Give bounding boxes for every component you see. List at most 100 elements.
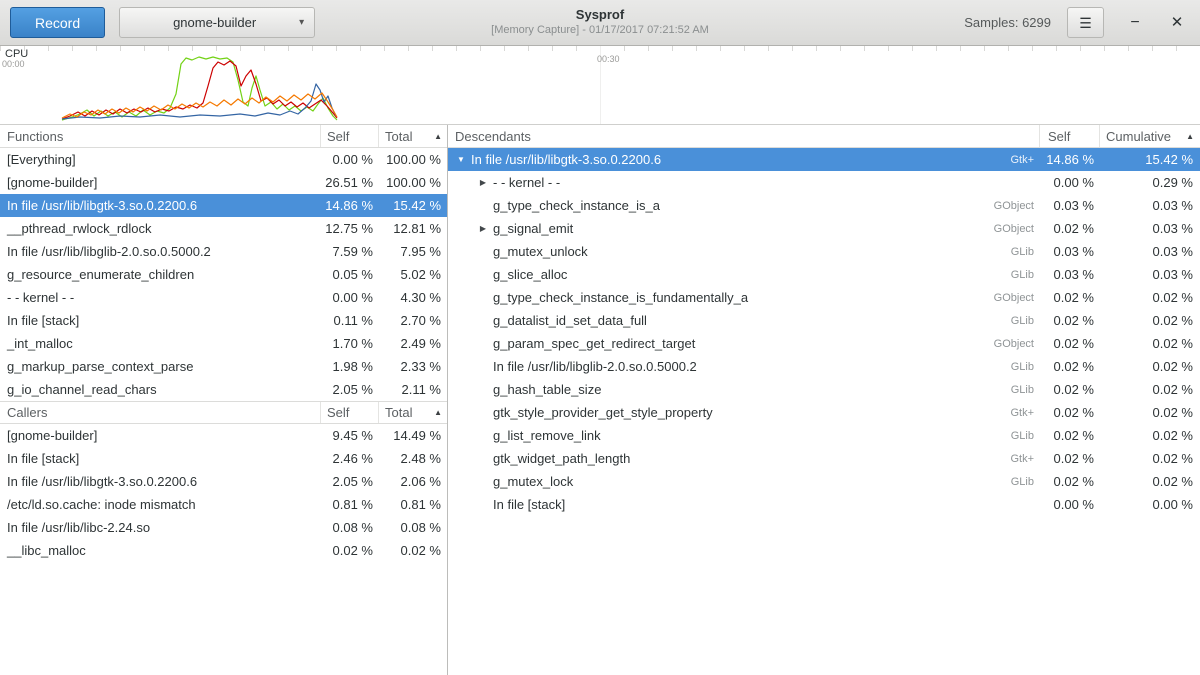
library-category-label: GLib [960, 476, 1040, 488]
descendant-cumulative-percent: 0.02 % [1100, 474, 1200, 489]
close-button[interactable]: ✕ [1164, 8, 1190, 38]
hamburger-icon: ☰ [1079, 15, 1092, 31]
column-header-cumulative[interactable]: Cumulative ▲ [1100, 125, 1200, 147]
chevron-down-icon: ▾ [299, 17, 304, 28]
library-category-label: GObject [960, 223, 1040, 235]
function-row[interactable]: In file /usr/lib/libgtk-3.so.0.2200.6 14… [0, 194, 447, 217]
function-name: [Everything] [0, 152, 321, 167]
caller-row[interactable]: [gnome-builder] 9.45 % 14.49 % [0, 424, 447, 447]
library-category-label: GLib [960, 430, 1040, 442]
record-button[interactable]: Record [10, 7, 105, 38]
descendant-cumulative-percent: 0.02 % [1100, 359, 1200, 374]
descendant-name: g_type_check_instance_is_fundamentally_a [490, 290, 960, 305]
function-self-percent: 2.05 % [321, 382, 379, 397]
caller-self-percent: 0.08 % [321, 520, 379, 535]
caller-name: In file /usr/lib/libgtk-3.so.0.2200.6 [0, 474, 321, 489]
time-label-mid: 00:30 [597, 54, 620, 64]
library-category-label: GLib [960, 384, 1040, 396]
function-row[interactable]: g_markup_parse_context_parse 1.98 % 2.33… [0, 355, 447, 378]
descendant-row[interactable]: In file /usr/lib/libglib-2.0.so.0.5000.2… [448, 355, 1200, 378]
column-header-total[interactable]: Total ▲ [379, 402, 447, 423]
function-row[interactable]: [gnome-builder] 26.51 % 100.00 % [0, 171, 447, 194]
descendant-cumulative-percent: 0.02 % [1100, 290, 1200, 305]
caller-self-percent: 0.02 % [321, 543, 379, 558]
descendant-self-percent: 0.02 % [1040, 474, 1100, 489]
function-row[interactable]: In file [stack] 0.11 % 2.70 % [0, 309, 447, 332]
function-row[interactable]: __pthread_rwlock_rdlock 12.75 % 12.81 % [0, 217, 447, 240]
descendant-row[interactable]: ▶ g_signal_emit GObject 0.02 % 0.03 % [448, 217, 1200, 240]
descendant-row[interactable]: g_param_spec_get_redirect_target GObject… [448, 332, 1200, 355]
caller-name: [gnome-builder] [0, 428, 321, 443]
caller-total-percent: 0.08 % [379, 520, 447, 535]
descendant-name: g_list_remove_link [490, 428, 960, 443]
descendant-row[interactable]: g_mutex_lock GLib 0.02 % 0.02 % [448, 470, 1200, 493]
descendant-self-percent: 0.02 % [1040, 382, 1100, 397]
descendant-row[interactable]: In file [stack] 0.00 % 0.00 % [448, 493, 1200, 516]
library-category-label: GLib [960, 269, 1040, 281]
column-header-total[interactable]: Total ▲ [379, 125, 447, 147]
descendant-row[interactable]: g_type_check_instance_is_a GObject 0.03 … [448, 194, 1200, 217]
caller-self-percent: 0.81 % [321, 497, 379, 512]
caller-row[interactable]: /etc/ld.so.cache: inode mismatch 0.81 % … [0, 493, 447, 516]
descendant-cumulative-percent: 0.02 % [1100, 405, 1200, 420]
function-row[interactable]: In file /usr/lib/libglib-2.0.so.0.5000.2… [0, 240, 447, 263]
functions-table-body: [Everything] 0.00 % 100.00 % [gnome-buil… [0, 148, 447, 401]
caller-row[interactable]: In file /usr/lib/libgtk-3.so.0.2200.6 2.… [0, 470, 447, 493]
descendant-self-percent: 0.02 % [1040, 336, 1100, 351]
descendant-row[interactable]: ▶ - - kernel - - 0.00 % 0.29 % [448, 171, 1200, 194]
column-header-functions[interactable]: Functions [0, 125, 321, 147]
column-header-descendants[interactable]: Descendants [448, 125, 1040, 147]
function-row[interactable]: g_io_channel_read_chars 2.05 % 2.11 % [0, 378, 447, 401]
column-header-self[interactable]: Self [1040, 125, 1100, 147]
function-total-percent: 2.11 % [379, 382, 447, 397]
descendant-self-percent: 0.02 % [1040, 451, 1100, 466]
descendant-self-percent: 0.02 % [1040, 428, 1100, 443]
function-self-percent: 14.86 % [321, 198, 379, 213]
target-dropdown[interactable]: gnome-builder ▾ [119, 7, 315, 38]
descendant-cumulative-percent: 0.03 % [1100, 221, 1200, 236]
descendant-cumulative-percent: 0.00 % [1100, 497, 1200, 512]
descendant-cumulative-percent: 0.02 % [1100, 451, 1200, 466]
caller-row[interactable]: __libc_malloc 0.02 % 0.02 % [0, 539, 447, 562]
descendant-row[interactable]: g_type_check_instance_is_fundamentally_a… [448, 286, 1200, 309]
function-row[interactable]: _int_malloc 1.70 % 2.49 % [0, 332, 447, 355]
descendant-self-percent: 0.00 % [1040, 497, 1100, 512]
descendant-row[interactable]: gtk_style_provider_get_style_property Gt… [448, 401, 1200, 424]
column-header-self[interactable]: Self [321, 402, 379, 423]
minimize-button[interactable]: − [1122, 8, 1148, 38]
descendant-self-percent: 0.03 % [1040, 198, 1100, 213]
expander-icon[interactable]: ▶ [476, 224, 490, 233]
column-header-callers[interactable]: Callers [0, 402, 321, 423]
close-icon: ✕ [1171, 14, 1184, 31]
menu-button[interactable]: ☰ [1067, 7, 1104, 38]
descendant-row[interactable]: ▼ In file /usr/lib/libgtk-3.so.0.2200.6 … [448, 148, 1200, 171]
caller-row[interactable]: In file /usr/lib/libc-2.24.so 0.08 % 0.0… [0, 516, 447, 539]
descendant-row[interactable]: g_slice_alloc GLib 0.03 % 0.03 % [448, 263, 1200, 286]
caller-row[interactable]: In file [stack] 2.46 % 2.48 % [0, 447, 447, 470]
expander-icon[interactable]: ▶ [476, 178, 490, 187]
descendant-cumulative-percent: 0.03 % [1100, 244, 1200, 259]
descendant-row[interactable]: gtk_widget_path_length Gtk+ 0.02 % 0.02 … [448, 447, 1200, 470]
descendant-self-percent: 0.02 % [1040, 313, 1100, 328]
cpu-graph[interactable]: CPU 00:00 00:30 [0, 46, 1200, 125]
sysprof-window: Record gnome-builder ▾ Sysprof [Memory C… [0, 0, 1200, 675]
library-category-label: GObject [960, 338, 1040, 350]
descendant-row[interactable]: g_hash_table_size GLib 0.02 % 0.02 % [448, 378, 1200, 401]
function-self-percent: 0.00 % [321, 152, 379, 167]
function-row[interactable]: [Everything] 0.00 % 100.00 % [0, 148, 447, 171]
function-name: In file /usr/lib/libgtk-3.so.0.2200.6 [0, 198, 321, 213]
descendant-name: In file /usr/lib/libgtk-3.so.0.2200.6 [468, 152, 960, 167]
descendant-row[interactable]: g_datalist_id_set_data_full GLib 0.02 % … [448, 309, 1200, 332]
expander-icon[interactable]: ▼ [454, 155, 468, 164]
descendant-self-percent: 14.86 % [1040, 152, 1100, 167]
descendant-name: In file /usr/lib/libglib-2.0.so.0.5000.2 [490, 359, 960, 374]
caller-name: In file /usr/lib/libc-2.24.so [0, 520, 321, 535]
function-row[interactable]: g_resource_enumerate_children 0.05 % 5.0… [0, 263, 447, 286]
library-category-label: GLib [960, 315, 1040, 327]
function-row[interactable]: - - kernel - - 0.00 % 4.30 % [0, 286, 447, 309]
descendant-row[interactable]: g_mutex_unlock GLib 0.03 % 0.03 % [448, 240, 1200, 263]
column-header-self[interactable]: Self [321, 125, 379, 147]
sort-indicator-icon: ▲ [434, 408, 442, 417]
function-name: _int_malloc [0, 336, 321, 351]
descendant-row[interactable]: g_list_remove_link GLib 0.02 % 0.02 % [448, 424, 1200, 447]
